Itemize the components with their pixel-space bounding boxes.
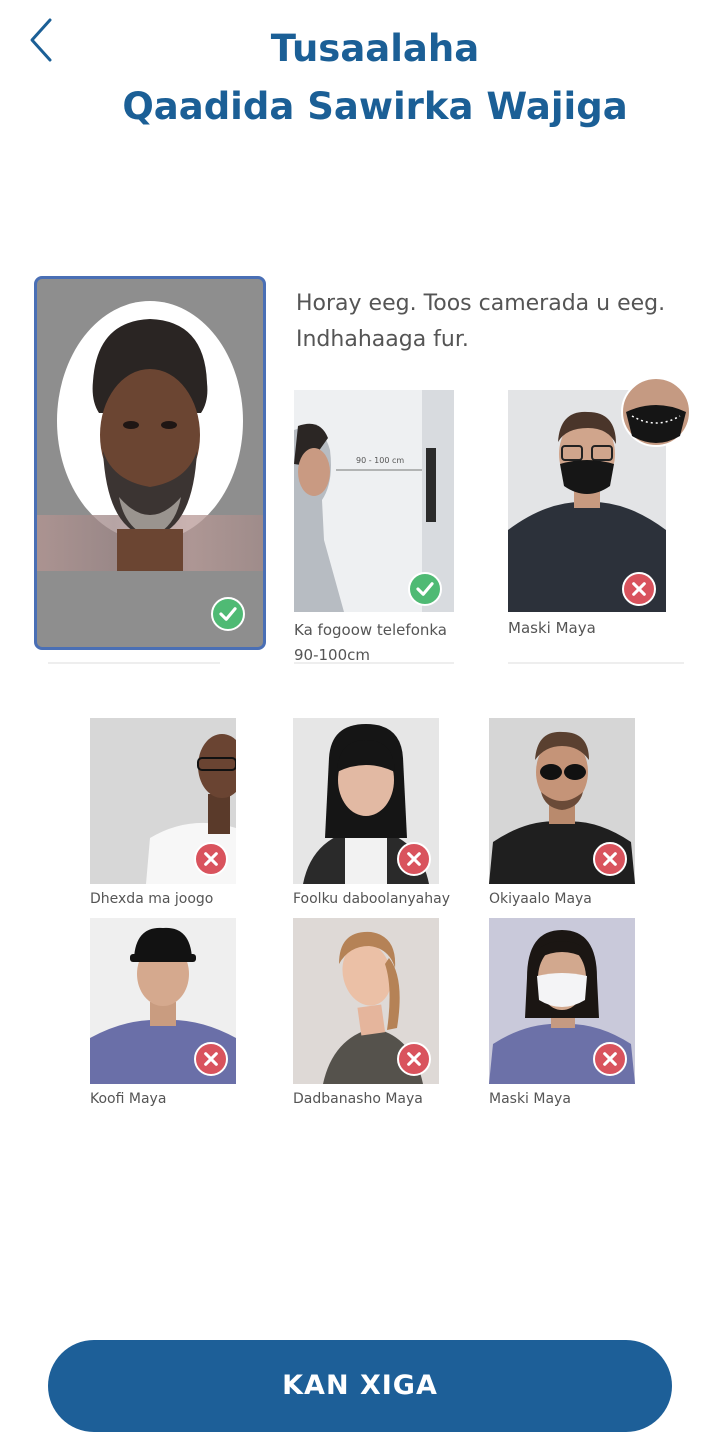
- close-icon: [603, 852, 617, 866]
- mask-detail-icon: [621, 377, 691, 447]
- example-image: [489, 718, 635, 884]
- example-image: [293, 918, 439, 1084]
- example-caption: Dadbanasho Maya: [293, 1091, 423, 1107]
- example-image: [293, 718, 439, 884]
- cross-badge: [622, 572, 656, 606]
- cross-badge: [397, 1042, 431, 1076]
- check-badge: [211, 597, 245, 631]
- page-title: Tusaalaha Qaadida Sawirka Wajiga: [60, 20, 690, 136]
- close-icon: [407, 852, 421, 866]
- example-off-center: Dhexda ma joogo: [90, 718, 236, 914]
- face-illustration: [92, 319, 208, 571]
- example-distance: 90 - 100 cm Ka fogoow telefonka 90-100cm: [294, 390, 454, 670]
- example-caption: Maski Maya: [489, 1091, 571, 1107]
- example-sunglasses: Okiyaalo Maya: [489, 718, 635, 914]
- main-example-card: [34, 276, 266, 650]
- example-cap: Koofi Maya: [90, 918, 236, 1114]
- example-caption: Dhexda ma joogo: [90, 891, 214, 907]
- next-button[interactable]: KAN XIGA: [48, 1340, 672, 1432]
- example-caption: Maski Maya: [508, 619, 596, 637]
- example-image: [90, 918, 236, 1084]
- check-badge: [408, 572, 442, 606]
- example-image: [489, 918, 635, 1084]
- cross-badge: [397, 842, 431, 876]
- example-image: [90, 718, 236, 884]
- cross-badge: [194, 1042, 228, 1076]
- divider: [508, 662, 684, 664]
- close-icon: [603, 1052, 617, 1066]
- title-line-2: Qaadida Sawirka Wajiga: [122, 85, 628, 128]
- example-tilt: Dadbanasho Maya: [293, 918, 439, 1114]
- distance-label: 90 - 100 cm: [356, 456, 404, 465]
- divider: [48, 662, 220, 664]
- close-icon: [204, 1052, 218, 1066]
- example-caption: Koofi Maya: [90, 1091, 167, 1107]
- example-image: 90 - 100 cm: [294, 390, 454, 612]
- instruction-text: Horay eeg. Toos camerada u eeg. Indhahaa…: [296, 291, 666, 352]
- cross-badge: [593, 842, 627, 876]
- example-mask-bottom: Maski Maya: [489, 918, 635, 1114]
- divider: [294, 662, 454, 664]
- cross-badge: [593, 1042, 627, 1076]
- check-icon: [416, 582, 434, 596]
- close-icon: [632, 582, 646, 596]
- close-icon: [407, 1052, 421, 1066]
- close-icon: [204, 852, 218, 866]
- example-mask-top: Maski Maya: [508, 376, 692, 646]
- check-icon: [219, 607, 237, 621]
- title-line-1: Tusaalaha: [270, 27, 480, 70]
- example-bangs: Foolku daboolanyahay: [293, 718, 450, 914]
- example-caption: Ka fogoow telefonka 90-100cm: [294, 621, 447, 664]
- example-caption: Okiyaalo Maya: [489, 891, 592, 907]
- example-caption: Foolku daboolanyahay: [293, 891, 451, 907]
- cross-badge: [194, 842, 228, 876]
